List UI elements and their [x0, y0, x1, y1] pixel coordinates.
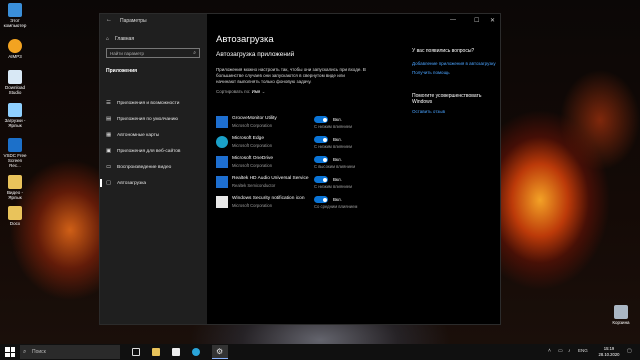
startup-toggle[interactable] [314, 116, 328, 123]
back-arrow-icon[interactable]: ← [106, 17, 112, 23]
volume-icon[interactable]: ♪ [568, 348, 571, 354]
start-button[interactable] [5, 347, 15, 357]
feedback-link[interactable]: Оставить отзыв [412, 109, 445, 114]
onedrive-icon [216, 156, 228, 168]
settings-button[interactable]: ⚙ [212, 345, 228, 359]
startup-toggle[interactable] [314, 156, 328, 163]
add-startup-app-link[interactable]: Добавление приложения в автозагрузку [412, 61, 496, 66]
startup-app-row: Windows Security notification icon Micro… [216, 195, 366, 211]
task-view-icon [132, 348, 140, 356]
edge-button[interactable] [188, 345, 204, 359]
startup-toggle[interactable] [314, 176, 328, 183]
computer-icon [8, 3, 22, 17]
sidebar-item-apps-features[interactable]: ☰ Приложения и возможности [100, 95, 207, 111]
realtek-audio-icon [216, 176, 228, 188]
desktop-icon-download-studio[interactable]: Download Studio [2, 70, 28, 95]
web-apps-icon: ▣ [106, 148, 112, 154]
language-indicator[interactable]: ENG [578, 348, 588, 353]
sidebar-item-default-apps[interactable]: ▤ Приложения по умолчанию [100, 111, 207, 127]
startup-toggle[interactable] [314, 136, 328, 143]
desktop-icon-this-pc[interactable]: Этот компьютер [2, 3, 28, 28]
video-folder-icon [8, 175, 22, 189]
video-icon: ▭ [106, 164, 112, 170]
improve-heading: Помогите усовершенствовать Windows [412, 93, 482, 105]
search-icon: ⌕ [23, 349, 27, 355]
desktop-icon-vsdc[interactable]: VSDC Free Screen Rec... [2, 138, 28, 168]
section-title: Автозагрузка приложений [216, 51, 295, 58]
startup-description: Приложения можно настроить так, чтобы он… [216, 67, 366, 85]
sidebar-home[interactable]: ⌂ Главная [106, 36, 134, 42]
notifications-icon[interactable]: ▢ [627, 348, 632, 354]
sort-dropdown[interactable]: Сортировать по: Имя ⌄ [216, 89, 265, 95]
taskbar-search-input[interactable]: ⌕ Поиск [20, 345, 120, 359]
startup-app-row: Realtek HD Audio Universal Service Realt… [216, 175, 366, 191]
sidebar-item-offline-maps[interactable]: ▦ Автономные карты [100, 127, 207, 143]
chevron-up-icon[interactable]: ˄ [548, 348, 551, 354]
folder-icon [8, 206, 22, 220]
window-title: Параметры [120, 18, 147, 24]
task-view-button[interactable] [128, 345, 144, 359]
startup-app-row: Microsoft Edge Microsoft Corporation Вкл… [216, 135, 366, 151]
vsdc-recorder-icon [8, 138, 22, 152]
get-help-link[interactable]: Получить помощь [412, 70, 450, 75]
desktop-icon-docx[interactable]: Docx [2, 206, 28, 226]
desktop-icon-aimp[interactable]: AIMP3 [2, 39, 28, 59]
home-icon: ⌂ [106, 36, 110, 42]
list-icon: ☰ [106, 100, 111, 106]
startup-toggle[interactable] [314, 196, 328, 203]
sidebar-item-web-apps[interactable]: ▣ Приложения для веб-сайтов [100, 143, 207, 159]
recycle-bin-icon [614, 305, 628, 319]
desktop-icon-downloads[interactable]: Загрузки - Ярлык [2, 103, 28, 128]
desktop-icon-video[interactable]: Видео - Ярлык [2, 175, 28, 200]
search-icon: ⌕ [193, 50, 196, 56]
mail-icon [172, 348, 180, 356]
page-title: Автозагрузка [216, 34, 274, 45]
groove-monitor-icon [216, 116, 228, 128]
sidebar-item-video-playback[interactable]: ▭ Воспроизведение видео [100, 159, 207, 175]
explorer-button[interactable] [148, 345, 164, 359]
aimp-icon [8, 39, 22, 53]
downloads-folder-icon [8, 103, 22, 117]
windows-security-icon [216, 196, 228, 208]
download-studio-icon [8, 70, 22, 84]
startup-app-row: GrooveMonitor Utility Microsoft Corporat… [216, 115, 366, 131]
startup-app-row: Microsoft OneDrive Microsoft Corporation… [216, 155, 366, 171]
sidebar: ⌂ Главная Найти параметр ⌕ Приложения ☰ Пр… [100, 14, 207, 324]
edge-icon [216, 136, 228, 148]
help-heading: У вас появились вопросы? [412, 48, 475, 54]
sidebar-section-title: Приложения [106, 68, 138, 74]
desktop-icon-recycle-bin[interactable]: Корзина [607, 305, 635, 325]
settings-search-input[interactable]: Найти параметр ⌕ [106, 48, 200, 58]
gear-icon: ⚙ [216, 347, 224, 356]
network-icon[interactable]: ▭ [558, 348, 563, 354]
clock[interactable]: 15:19 28.10.2020 [596, 346, 622, 357]
edge-icon [192, 348, 200, 356]
mail-button[interactable] [168, 345, 184, 359]
sidebar-item-startup[interactable]: ▢ Автозагрузка [100, 175, 207, 191]
main-content: Автозагрузка Автозагрузка приложений При… [207, 14, 500, 324]
chevron-down-icon: ⌄ [261, 89, 266, 94]
map-icon: ▦ [106, 132, 112, 138]
settings-window: ⌂ Главная Найти параметр ⌕ Приложения ☰ Пр… [99, 13, 501, 325]
taskbar: ⌕ Поиск ⚙ ˄ ▭ ♪ ENG 15:19 28.10.2020 ▢ [0, 344, 640, 360]
folder-icon [152, 348, 160, 356]
default-apps-icon: ▤ [106, 116, 112, 122]
startup-icon: ▢ [106, 180, 112, 186]
